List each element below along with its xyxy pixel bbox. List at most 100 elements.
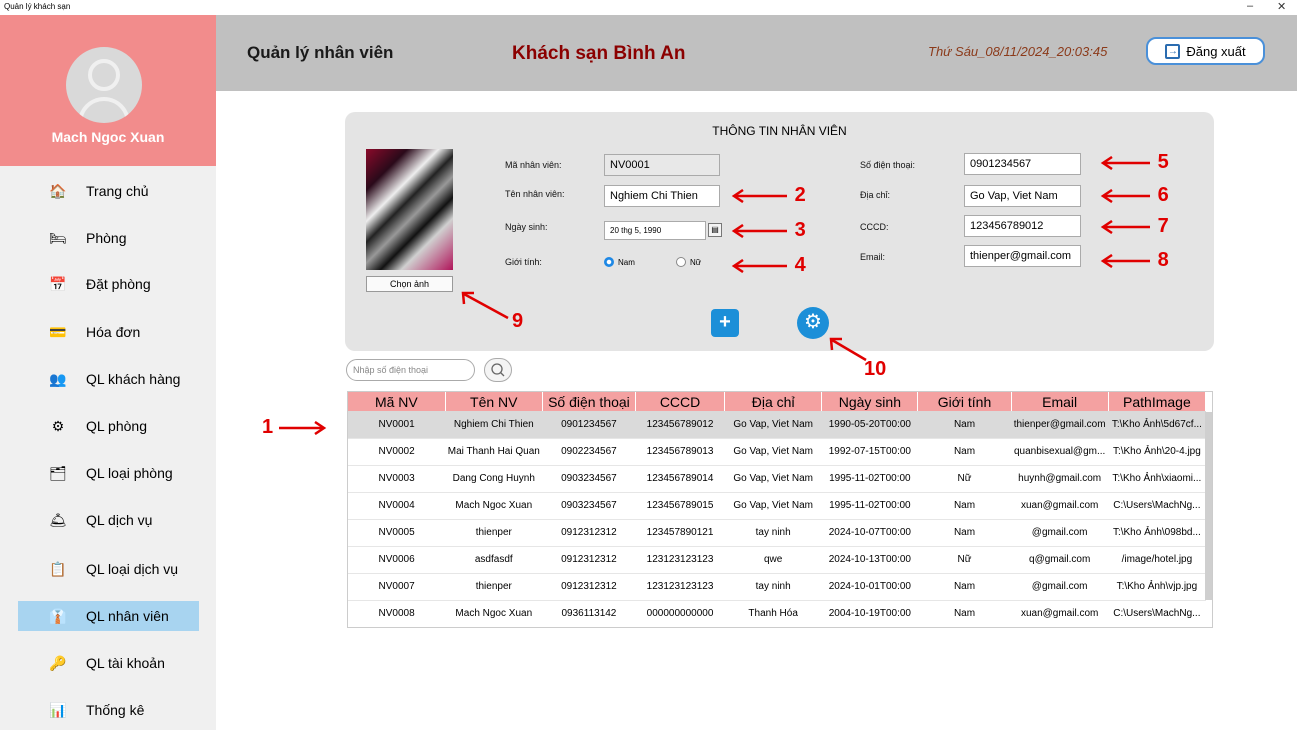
sidebar-item-accounts[interactable]: 🔑 QL tài khoản bbox=[18, 648, 199, 678]
table-scrollbar[interactable] bbox=[1205, 412, 1212, 600]
table-cell: 0936113142 bbox=[542, 600, 636, 627]
table-row[interactable]: NV0006 asdfasdf 0912312312 123123123123 qwe 2… bbox=[348, 546, 1206, 574]
table-cell: xuan@gmail.com bbox=[1011, 600, 1109, 627]
email-field[interactable]: thienper@gmail.com bbox=[964, 245, 1081, 267]
column-header[interactable]: CCCD bbox=[635, 392, 726, 411]
column-header[interactable]: Mã NV bbox=[348, 392, 446, 411]
annotation-label: 2 bbox=[794, 184, 806, 206]
table-row[interactable]: NV0008 Mach Ngoc Xuan 0936113142 0000000000… bbox=[348, 600, 1206, 627]
table-cell: Nữ bbox=[917, 546, 1012, 574]
sidebar-item-label: QL nhân viên bbox=[86, 608, 169, 624]
phone-field[interactable]: 0901234567 bbox=[964, 153, 1081, 175]
table-cell: NV0001 bbox=[348, 411, 446, 439]
search-button[interactable] bbox=[484, 358, 512, 382]
column-header[interactable]: Số điện thoại bbox=[542, 392, 637, 411]
table-cell: T:\Kho Ảnh\20-4.jpg bbox=[1108, 438, 1206, 466]
table-cell: T:\Kho Ảnh\098bd... bbox=[1108, 519, 1206, 547]
phone-search-input[interactable]: Nhập số điện thoại bbox=[346, 359, 475, 381]
annotation-label: 8 bbox=[1157, 249, 1169, 271]
id-field[interactable]: NV0001 bbox=[604, 154, 720, 176]
table-cell: Nam bbox=[917, 438, 1012, 466]
sidebar-item-invoice[interactable]: 💳 Hóa đơn bbox=[18, 317, 199, 347]
annotation-arrow: 6 bbox=[1100, 184, 1169, 207]
room-icon: 🛏 bbox=[49, 229, 67, 246]
sidebar-item-label: QL khách hàng bbox=[86, 371, 181, 387]
table-cell: C:\Users\MachNg... bbox=[1108, 492, 1206, 520]
search-icon bbox=[491, 363, 505, 377]
sidebar-item-label: QL phòng bbox=[86, 418, 147, 434]
sidebar-item-employees[interactable]: 👔 QL nhân viên bbox=[18, 601, 199, 631]
close-icon[interactable]: ✕ bbox=[1277, 0, 1286, 13]
column-header[interactable]: Địa chỉ bbox=[724, 392, 823, 411]
table-row[interactable]: NV0002 Mai Thanh Hai Quan 0902234567 123456… bbox=[348, 438, 1206, 466]
column-header[interactable]: Email bbox=[1011, 392, 1109, 411]
table-row[interactable]: NV0007 thienper 0912312312 123123123123 tay … bbox=[348, 573, 1206, 601]
logout-button[interactable]: → Đăng xuất bbox=[1146, 37, 1265, 65]
user-profile: Mach Ngoc Xuan bbox=[0, 15, 216, 166]
table-cell: Nam bbox=[917, 573, 1012, 601]
minimize-icon[interactable]: – bbox=[1247, 0, 1253, 12]
table-cell: T:\Kho Ảnh\xiaomi... bbox=[1108, 465, 1206, 493]
table-cell: huynh@gmail.com bbox=[1011, 465, 1109, 493]
table-row[interactable]: NV0003 Dang Cong Huynh 0903234567 123456789… bbox=[348, 465, 1206, 493]
gender-male-radio[interactable]: Nam bbox=[604, 257, 635, 267]
address-field[interactable]: Go Vap, Viet Nam bbox=[964, 185, 1081, 207]
annotation-label: 6 bbox=[1157, 184, 1169, 206]
annotation-arrow: 8 bbox=[1100, 249, 1169, 272]
table-cell: 2024-10-13T00:00 bbox=[821, 546, 918, 574]
sidebar-item-booking[interactable]: 📅 Đặt phòng bbox=[18, 269, 199, 299]
sidebar-item-label: QL loại dịch vụ bbox=[86, 561, 179, 577]
table-cell: 1995-11-02T00:00 bbox=[821, 492, 918, 520]
annotation-label: 9 bbox=[512, 310, 524, 332]
window-titlebar: Quản lý khách sạn – ✕ bbox=[0, 0, 1297, 15]
add-employee-button[interactable]: + bbox=[711, 309, 739, 337]
table-cell: Mach Ngoc Xuan bbox=[445, 492, 543, 520]
employee-photo bbox=[366, 149, 453, 270]
sidebar-item-statistics[interactable]: 📊 Thống kê bbox=[18, 695, 199, 725]
annotation-arrow: 9 bbox=[460, 290, 523, 332]
column-header[interactable]: PathImage bbox=[1108, 392, 1207, 411]
column-header[interactable]: Ngày sinh bbox=[821, 392, 919, 411]
annotation-arrow: 5 bbox=[1100, 151, 1169, 174]
sidebar-item-room[interactable]: 🛏 Phòng bbox=[18, 223, 199, 253]
sidebar-item-service-types[interactable]: 📋 QL loại dịch vụ bbox=[18, 554, 199, 584]
table-row[interactable]: NV0001 Nghiem Chi Thien 0901234567 12345678… bbox=[348, 411, 1206, 439]
cccd-label: CCCD: bbox=[860, 222, 889, 232]
sidebar-item-label: Trang chủ bbox=[86, 183, 149, 199]
table-cell: NV0008 bbox=[348, 600, 446, 627]
column-header[interactable]: Giới tính bbox=[917, 392, 1012, 411]
column-header[interactable]: Tên NV bbox=[445, 392, 543, 411]
dob-label: Ngày sinh: bbox=[505, 222, 548, 232]
table-row[interactable]: NV0005 thienper 0912312312 123457890121 tay … bbox=[348, 519, 1206, 547]
name-field[interactable]: Nghiem Chi Thien bbox=[604, 185, 720, 207]
choose-image-button[interactable]: Chọn ảnh bbox=[366, 276, 453, 292]
sidebar-item-label: Hóa đơn bbox=[86, 324, 141, 340]
sidebar-item-room-types[interactable]: 🗂 QL loại phòng bbox=[18, 458, 199, 488]
sidebar-item-manage-rooms[interactable]: ⚙ QL phòng bbox=[18, 411, 199, 441]
dob-field[interactable]: 20 thg 5, 1990 bbox=[604, 221, 706, 240]
sidebar-item-label: Phòng bbox=[86, 230, 127, 246]
annotation-arrow: 2 bbox=[731, 184, 806, 207]
sidebar: Mach Ngoc Xuan 🏠 Trang chủ 🛏 Phòng 📅 Đặt phòn… bbox=[0, 15, 216, 730]
statistics-icon: 📊 bbox=[49, 701, 67, 718]
table-cell: 123123123123 bbox=[635, 546, 725, 574]
table-cell: thienper bbox=[445, 519, 543, 547]
invoice-icon: 💳 bbox=[49, 323, 67, 340]
table-cell: NV0003 bbox=[348, 465, 446, 493]
table-row[interactable]: NV0004 Mach Ngoc Xuan 0903234567 1234567890… bbox=[348, 492, 1206, 520]
table-cell: Mai Thanh Hai Quan bbox=[445, 438, 543, 466]
annotation-arrow: 10 bbox=[828, 336, 890, 380]
gender-female-radio[interactable]: Nữ bbox=[676, 257, 701, 267]
settings-gear-button[interactable]: ⚙ bbox=[797, 307, 829, 339]
service-types-icon: 📋 bbox=[49, 560, 67, 577]
sidebar-item-home[interactable]: 🏠 Trang chủ bbox=[18, 176, 199, 206]
sidebar-item-customers[interactable]: 👥 QL khách hàng bbox=[18, 364, 199, 394]
table-cell: 0912312312 bbox=[542, 546, 636, 574]
annotation-label: 5 bbox=[1157, 151, 1169, 173]
table-cell: thienper@gmail.com bbox=[1011, 411, 1109, 439]
sidebar-item-label: Đặt phòng bbox=[86, 276, 151, 292]
table-cell: 1992-07-15T00:00 bbox=[821, 438, 918, 466]
sidebar-item-services[interactable]: 🛎 QL dịch vụ bbox=[18, 505, 199, 535]
calendar-icon[interactable]: ▤ bbox=[708, 223, 722, 237]
cccd-field[interactable]: 123456789012 bbox=[964, 215, 1081, 237]
